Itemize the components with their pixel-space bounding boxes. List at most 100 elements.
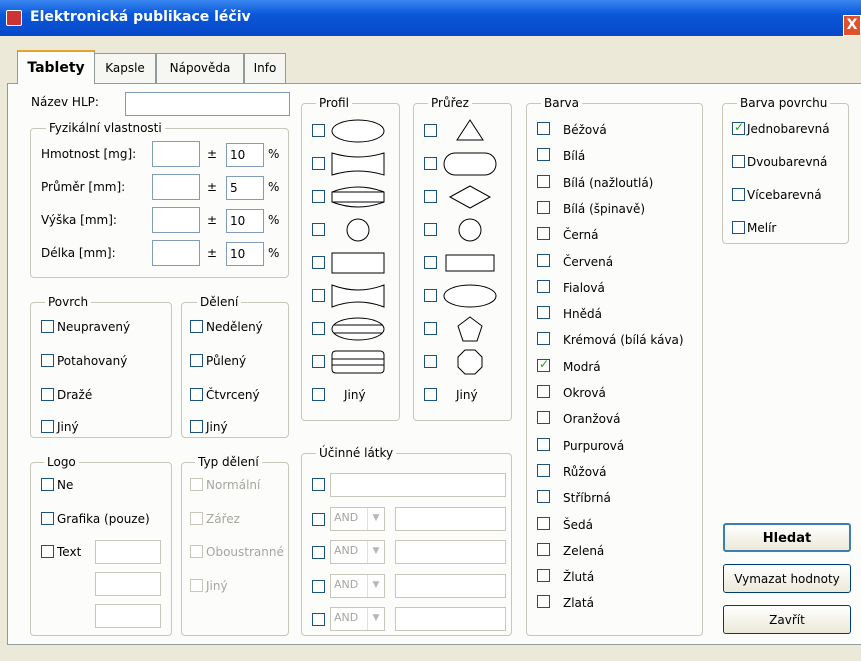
tab-tablety[interactable]: Tablety <box>17 50 95 84</box>
ingredient-3-checkbox[interactable] <box>312 546 325 559</box>
cross-triangle-checkbox[interactable] <box>424 124 437 137</box>
profile-bevel-checkbox[interactable] <box>312 355 325 368</box>
surface-potahovany-checkbox[interactable] <box>41 354 54 367</box>
ingredient-3-input[interactable] <box>395 540 506 564</box>
logo-ne-checkbox[interactable] <box>41 478 54 491</box>
ingredient-5-input[interactable] <box>395 607 506 631</box>
cross-oblong-checkbox[interactable] <box>424 157 437 170</box>
ingredient-5-checkbox[interactable] <box>312 613 325 626</box>
profile-dome-checkbox[interactable] <box>312 190 325 203</box>
division-type-jiny-label: Jiný <box>206 579 228 593</box>
colour-checkbox[interactable] <box>537 595 550 608</box>
division-puleny-checkbox[interactable] <box>190 354 203 367</box>
division-nedeleny-checkbox[interactable] <box>190 320 203 333</box>
surface-colour-checkbox[interactable] <box>732 120 745 135</box>
colour-checkbox[interactable] <box>537 227 550 240</box>
surface-jiny-checkbox[interactable] <box>41 420 54 433</box>
colour-checkbox[interactable] <box>537 332 550 345</box>
app-icon <box>6 10 22 26</box>
division-puleny-label: Půlený <box>206 354 247 368</box>
colour-checkbox[interactable] <box>537 280 550 293</box>
profile-concave-checkbox[interactable] <box>312 157 325 170</box>
ingredient-2-operator-select[interactable]: AND ▼ <box>330 507 385 531</box>
division-type-oboustranne-checkbox[interactable] <box>190 545 203 558</box>
ingredient-1-input[interactable] <box>330 473 506 497</box>
colour-checkbox[interactable] <box>537 175 550 188</box>
surface-draze-checkbox[interactable] <box>41 388 54 401</box>
close-window-button[interactable]: X <box>843 15 861 36</box>
colour-checkbox[interactable] <box>537 385 550 398</box>
colour-checkbox[interactable] <box>537 517 550 530</box>
colour-label: Fialová <box>563 281 605 295</box>
cross-ellipse-checkbox[interactable] <box>424 289 437 302</box>
tab-kapsle[interactable]: Kapsle <box>94 53 156 83</box>
profile-flat-checkbox[interactable] <box>312 256 325 269</box>
name-input[interactable] <box>125 92 290 116</box>
ingredient-2-checkbox[interactable] <box>312 513 325 526</box>
diameter-input[interactable] <box>152 174 200 200</box>
colour-checkbox[interactable] <box>537 569 550 582</box>
cross-circle-checkbox[interactable] <box>424 223 437 236</box>
ingredient-2-input[interactable] <box>395 507 506 531</box>
surface-colour-checkbox[interactable] <box>732 188 745 201</box>
colour-checkbox[interactable] <box>537 464 550 477</box>
colour-checkbox[interactable] <box>537 543 550 556</box>
colour-checkbox[interactable] <box>537 254 550 267</box>
ingredient-4-checkbox[interactable] <box>312 580 325 593</box>
cross-rectangle-checkbox[interactable] <box>424 256 437 269</box>
division-type-normalni-label: Normální <box>206 478 261 492</box>
surface-neupraveny-checkbox[interactable] <box>41 320 54 333</box>
length-tolerance-input[interactable]: 10 <box>226 242 264 266</box>
colour-checkbox[interactable] <box>537 148 550 161</box>
cross-diamond-checkbox[interactable] <box>424 190 437 203</box>
division-ctvrceny-checkbox[interactable] <box>190 388 203 401</box>
logo-text-checkbox[interactable] <box>41 545 54 558</box>
ingredient-4-operator-select[interactable]: AND ▼ <box>330 574 385 598</box>
tab-napoveda[interactable]: Nápověda <box>156 53 244 83</box>
weight-tolerance-input[interactable]: 10 <box>226 143 264 167</box>
colour-checkbox[interactable] <box>537 411 550 424</box>
colour-label: Hnědá <box>563 307 602 321</box>
cross-pentagon-checkbox[interactable] <box>424 322 437 335</box>
profile-round-checkbox[interactable] <box>312 223 325 236</box>
division-type-zarez-checkbox[interactable] <box>190 512 203 525</box>
clear-values-button[interactable]: Vymazat hodnoty <box>723 564 851 593</box>
profile-capsule-checkbox[interactable] <box>312 322 325 335</box>
division-type-normalni-checkbox[interactable] <box>190 478 203 491</box>
colour-checkbox[interactable] <box>537 122 550 135</box>
height-tolerance-input[interactable]: 10 <box>226 209 264 233</box>
profile-oval-checkbox[interactable] <box>312 124 325 137</box>
active-ingredients-group-title: Účinné látky <box>316 446 397 460</box>
cross-octagon-checkbox[interactable] <box>424 355 437 368</box>
search-button[interactable]: Hledat <box>723 523 851 552</box>
ingredient-1-checkbox[interactable] <box>312 478 325 491</box>
colour-checkbox[interactable] <box>537 490 550 503</box>
height-input[interactable] <box>152 207 200 233</box>
logo-group-title: Logo <box>44 455 79 469</box>
weight-input[interactable] <box>152 141 200 167</box>
profile-oval-icon <box>331 119 385 143</box>
close-button[interactable]: Zavřít <box>723 605 851 634</box>
logo-text-input-2[interactable] <box>95 572 161 596</box>
tab-info[interactable]: Info <box>244 53 286 83</box>
logo-text-input-3[interactable] <box>95 604 161 628</box>
colour-checkbox[interactable] <box>537 438 550 451</box>
surface-colour-checkbox[interactable] <box>732 221 745 234</box>
height-pm: ± <box>207 213 218 227</box>
logo-text-input-1[interactable] <box>95 540 161 564</box>
ingredient-5-operator-select[interactable]: AND ▼ <box>330 607 385 631</box>
surface-colour-checkbox[interactable] <box>732 155 745 168</box>
colour-checkbox[interactable] <box>537 201 550 214</box>
logo-grafika-checkbox[interactable] <box>41 512 54 525</box>
ingredient-3-operator-select[interactable]: AND ▼ <box>330 540 385 564</box>
profile-other-checkbox[interactable] <box>312 388 325 401</box>
colour-checkbox[interactable] <box>537 357 550 372</box>
cross-other-checkbox[interactable] <box>424 388 437 401</box>
ingredient-4-input[interactable] <box>395 574 506 598</box>
diameter-tolerance-input[interactable]: 5 <box>226 176 264 200</box>
colour-checkbox[interactable] <box>537 306 550 319</box>
profile-biconcave-checkbox[interactable] <box>312 289 325 302</box>
division-type-jiny-checkbox[interactable] <box>190 579 203 592</box>
division-jiny-checkbox[interactable] <box>190 420 203 433</box>
length-input[interactable] <box>152 240 200 266</box>
